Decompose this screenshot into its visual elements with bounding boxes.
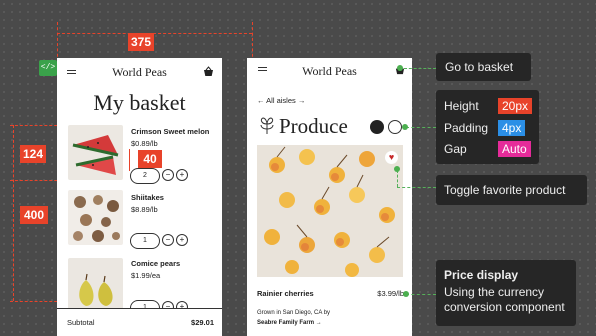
callout-toggle-favorite: Toggle favorite product — [436, 175, 587, 205]
width-measure-tick-left — [57, 22, 58, 62]
marker-price — [403, 291, 409, 297]
spec-label-gap: Gap — [444, 142, 467, 156]
spec-value-padding: 4px — [498, 120, 526, 136]
connector-price — [406, 294, 436, 295]
quantity-stepper[interactable]: 2 — [130, 168, 160, 184]
spec-value-height: 20px — [498, 98, 533, 114]
width-measure-label: 375 — [128, 33, 154, 51]
basket-screen: World Peas My basket Crimson Sweet melon… — [57, 58, 222, 336]
width-measure-tick-right — [252, 22, 253, 62]
page-title: Produce — [279, 114, 348, 138]
heart-icon: ♥ — [388, 152, 395, 162]
item-name[interactable]: Crimson Sweet melon — [131, 127, 209, 136]
product-image[interactable] — [257, 145, 403, 277]
connector-basket — [404, 68, 436, 69]
list-height-line — [13, 125, 14, 301]
connector-favorite — [397, 187, 436, 188]
subtotal-value: $29.01 — [191, 318, 214, 327]
item-height-label: 124 — [20, 145, 46, 163]
subtotal-label: Subtotal — [67, 318, 95, 327]
item-price: $1.99/ea — [131, 271, 161, 280]
code-icon[interactable]: </> — [39, 60, 57, 76]
list-view-icon[interactable] — [388, 120, 402, 134]
marker-basket — [397, 65, 403, 71]
farm-link[interactable]: Seabre Family Farm → — [257, 320, 322, 326]
basket-icon[interactable] — [203, 66, 214, 77]
spec-label-height: Height — [444, 99, 479, 113]
gap-arrow — [129, 149, 130, 171]
marker-specs — [402, 124, 408, 130]
produce-leaf-icon — [260, 117, 274, 134]
brand-logo[interactable]: World Peas — [57, 65, 222, 80]
spec-value-gap: Auto — [498, 141, 531, 157]
callout-price-display: Price display Using the currency convers… — [436, 260, 576, 326]
back-arrow-icon: ← — [257, 96, 267, 105]
pears-image — [68, 258, 123, 313]
origin-text: Grown in San Diego, CA by — [257, 310, 331, 316]
grid-view-icon[interactable] — [370, 120, 384, 134]
product-price: $3.99/lb — [377, 289, 404, 298]
callout-price-title: Price display — [444, 268, 519, 282]
marker-favorite — [394, 166, 400, 172]
produce-screen: World Peas ← All aisles → Produce ♥ Rain… — [247, 58, 412, 336]
forward-arrow-icon: → — [295, 96, 306, 105]
spec-label-padding: Padding — [444, 121, 489, 135]
gap-label: 40 — [138, 150, 162, 168]
melon-image — [68, 125, 123, 180]
brand-logo[interactable]: World Peas — [247, 64, 412, 79]
callout-specs: Height 20px Padding 4px Gap Auto — [436, 90, 539, 164]
quantity-stepper[interactable]: 1 — [130, 233, 160, 249]
shiitake-image — [68, 190, 123, 245]
decrement-button[interactable]: − — [162, 169, 174, 181]
arrow-right-icon: → — [314, 320, 322, 326]
increment-button[interactable]: + — [176, 169, 188, 181]
width-measure-line — [57, 33, 252, 34]
item-name[interactable]: Shiitakes — [131, 193, 164, 202]
connector-specs — [406, 127, 436, 128]
item-price: $0.89/lb — [131, 139, 158, 148]
item-name[interactable]: Comice pears — [131, 259, 180, 268]
favorite-button[interactable]: ♥ — [385, 151, 398, 164]
increment-button[interactable]: + — [176, 234, 188, 246]
decrement-button[interactable]: − — [162, 234, 174, 246]
item-price: $8.89/lb — [131, 205, 158, 214]
breadcrumb[interactable]: ← All aisles → — [257, 96, 305, 105]
callout-price-desc: Using the currency conversion component — [444, 285, 565, 314]
page-title: My basket — [93, 90, 186, 115]
callout-go-to-basket: Go to basket — [436, 53, 531, 81]
product-name[interactable]: Rainier cherries — [257, 289, 314, 298]
list-height-label: 400 — [20, 206, 48, 224]
